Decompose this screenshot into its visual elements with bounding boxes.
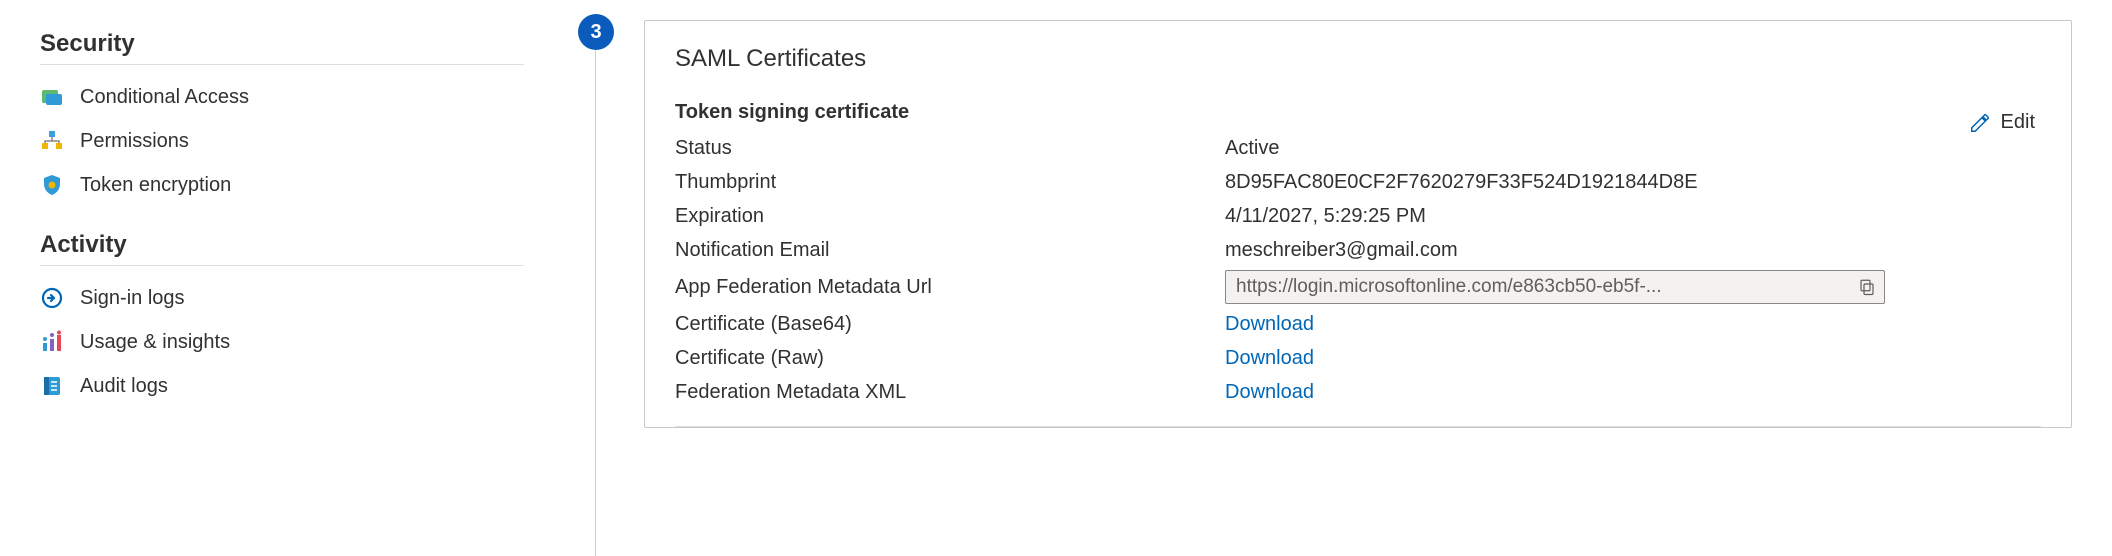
- row-cert-base64: Certificate (Base64) Download: [675, 310, 2041, 338]
- notebook-icon: [40, 374, 64, 398]
- conditional-access-icon: [40, 85, 64, 109]
- row-cert-raw: Certificate (Raw) Download: [675, 344, 2041, 372]
- sidebar-item-label: Usage & insights: [80, 331, 230, 354]
- row-notification-email: Notification Email meschreiber3@gmail.co…: [675, 236, 2041, 264]
- label-cert-raw: Certificate (Raw): [675, 347, 1225, 370]
- value-status: Active: [1225, 137, 2041, 160]
- sidebar-item-usage-insights[interactable]: Usage & insights: [40, 320, 524, 364]
- sidebar-section-security: Security: [40, 30, 524, 58]
- download-cert-raw[interactable]: Download: [1225, 347, 1314, 369]
- download-fed-metadata-xml[interactable]: Download: [1225, 381, 1314, 403]
- app-fed-url-text: https://login.microsoftonline.com/e863cb…: [1236, 276, 1662, 298]
- panel-title: SAML Certificates: [675, 45, 2041, 73]
- sidebar-item-label: Token encryption: [80, 174, 231, 197]
- sidebar-item-conditional-access[interactable]: Conditional Access: [40, 75, 524, 119]
- shield-icon: [40, 173, 64, 197]
- step-badge: 3: [578, 14, 614, 50]
- value-notification-email: meschreiber3@gmail.com: [1225, 239, 2041, 262]
- value-expiration: 4/11/2027, 5:29:25 PM: [1225, 205, 2041, 228]
- divider: [40, 64, 524, 65]
- label-notification-email: Notification Email: [675, 239, 1225, 262]
- divider: [40, 265, 524, 266]
- edit-button[interactable]: Edit: [1969, 111, 2035, 134]
- row-expiration: Expiration 4/11/2027, 5:29:25 PM: [675, 202, 2041, 230]
- row-status: Status Active: [675, 134, 2041, 162]
- row-thumbprint: Thumbprint 8D95FAC80E0CF2F7620279F33F524…: [675, 168, 2041, 196]
- token-signing-subhead: Token signing certificate: [675, 101, 2041, 124]
- permissions-icon: [40, 129, 64, 153]
- label-app-fed-url: App Federation Metadata Url: [675, 276, 1225, 299]
- sidebar-item-audit-logs[interactable]: Audit logs: [40, 364, 524, 408]
- sidebar-item-label: Audit logs: [80, 375, 168, 398]
- sidebar-item-label: Conditional Access: [80, 86, 249, 109]
- sidebar-item-token-encryption[interactable]: Token encryption: [40, 163, 524, 207]
- value-thumbprint: 8D95FAC80E0CF2F7620279F33F524D1921844D8E: [1225, 171, 2041, 194]
- sidebar-item-label: Permissions: [80, 130, 189, 153]
- saml-certificates-panel: SAML Certificates Edit Token signing cer…: [644, 20, 2072, 428]
- sidebar: Security Conditional Access Permissi: [0, 0, 564, 556]
- signin-icon: [40, 286, 64, 310]
- sidebar-section-activity: Activity: [40, 231, 524, 259]
- sidebar-item-signin-logs[interactable]: Sign-in logs: [40, 276, 524, 320]
- app-fed-url-field[interactable]: https://login.microsoftonline.com/e863cb…: [1225, 270, 1885, 304]
- label-cert-base64: Certificate (Base64): [675, 313, 1225, 336]
- label-status: Status: [675, 137, 1225, 160]
- sidebar-item-permissions[interactable]: Permissions: [40, 119, 524, 163]
- row-fed-metadata-xml: Federation Metadata XML Download: [675, 378, 2041, 406]
- label-expiration: Expiration: [675, 205, 1225, 228]
- copy-icon[interactable]: [1858, 278, 1876, 296]
- row-app-fed-url: App Federation Metadata Url https://logi…: [675, 270, 2041, 304]
- download-cert-base64[interactable]: Download: [1225, 313, 1314, 335]
- vertical-divider: [595, 50, 596, 556]
- pencil-icon: [1969, 112, 1991, 134]
- chart-icon: [40, 330, 64, 354]
- edit-label: Edit: [2001, 111, 2035, 134]
- label-fed-metadata-xml: Federation Metadata XML: [675, 381, 1225, 404]
- label-thumbprint: Thumbprint: [675, 171, 1225, 194]
- sidebar-item-label: Sign-in logs: [80, 287, 185, 310]
